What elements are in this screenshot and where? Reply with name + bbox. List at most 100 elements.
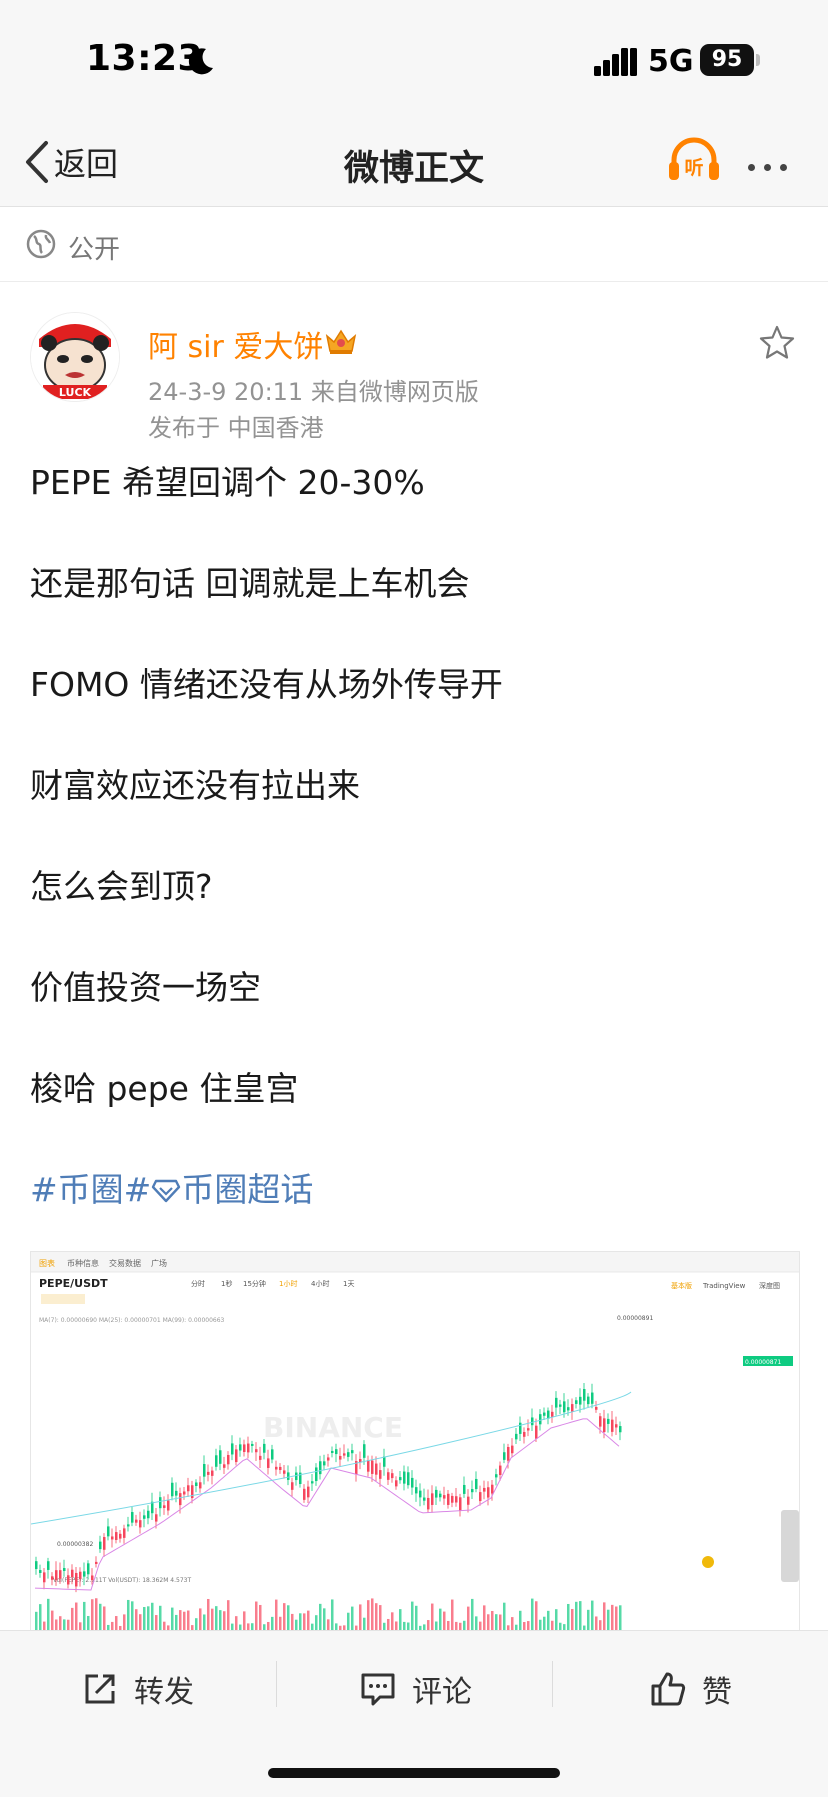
candle bbox=[387, 1472, 390, 1480]
volume-bar bbox=[595, 1616, 598, 1630]
like-button[interactable]: 赞 bbox=[650, 1659, 732, 1719]
volume-bar bbox=[103, 1606, 106, 1630]
volume-bar bbox=[63, 1619, 66, 1630]
hashtag-link[interactable]: #币圈# bbox=[30, 1170, 151, 1209]
volume-bar bbox=[215, 1606, 218, 1630]
candle bbox=[115, 1532, 118, 1540]
chart-view: TradingView bbox=[702, 1282, 746, 1290]
volume-bar bbox=[271, 1616, 274, 1630]
volume-bar bbox=[315, 1615, 318, 1630]
candle bbox=[527, 1428, 530, 1431]
candle bbox=[507, 1446, 510, 1461]
volume-bar bbox=[587, 1609, 590, 1630]
candle bbox=[127, 1524, 130, 1527]
volume-bar bbox=[363, 1617, 366, 1630]
candle bbox=[59, 1570, 62, 1579]
chart-high-label: 0.00000891 bbox=[617, 1315, 653, 1322]
author-name[interactable]: 阿 sir 爱大饼 bbox=[148, 322, 323, 366]
volume-bar bbox=[95, 1598, 98, 1630]
comment-label: 评论 bbox=[412, 1675, 472, 1710]
post-image-trading-chart[interactable]: 图表 币种信息 交易数据 广场 PEPE/USDT 分时 1秒 15分钟 1小时… bbox=[30, 1251, 800, 1631]
post-body: PEPE 希望回调个 20-30% 还是那句话 回调就是上车机会 FOMO 情绪… bbox=[30, 452, 800, 1159]
candle bbox=[87, 1563, 90, 1575]
battery-tip bbox=[756, 54, 760, 66]
candle bbox=[607, 1418, 610, 1424]
volume-bar bbox=[59, 1616, 62, 1630]
volume-bar bbox=[463, 1620, 466, 1630]
moon-icon bbox=[188, 48, 213, 75]
candle bbox=[467, 1496, 470, 1505]
candle bbox=[539, 1414, 542, 1425]
volume-bar bbox=[575, 1601, 578, 1630]
candle bbox=[331, 1450, 334, 1453]
chart-pair: PEPE/USDT bbox=[39, 1277, 108, 1290]
volume-bar bbox=[411, 1601, 414, 1630]
volume-bar bbox=[539, 1619, 542, 1630]
volume-bar bbox=[611, 1604, 614, 1630]
volume-bar bbox=[39, 1604, 42, 1630]
candle bbox=[51, 1576, 54, 1580]
chart-low-label: 0.00000382 bbox=[57, 1541, 93, 1548]
supertopic-link[interactable]: 币圈超话 bbox=[181, 1170, 313, 1209]
thumbs-up-icon bbox=[651, 1672, 686, 1706]
avatar[interactable]: LUCK bbox=[30, 312, 120, 402]
chart-interval: 分时 bbox=[191, 1279, 205, 1288]
volume-bar bbox=[387, 1618, 390, 1630]
candle bbox=[183, 1491, 186, 1495]
candle bbox=[403, 1471, 406, 1484]
action-divider bbox=[552, 1661, 553, 1707]
chart-view: 基本版 bbox=[671, 1281, 692, 1290]
volume-bar bbox=[367, 1600, 370, 1630]
chart-view: 深度图 bbox=[759, 1281, 780, 1290]
volume-bar bbox=[207, 1598, 210, 1630]
volume-bar bbox=[323, 1608, 326, 1630]
candle bbox=[263, 1443, 266, 1453]
candle bbox=[175, 1490, 178, 1496]
volume-bar bbox=[483, 1605, 486, 1630]
avatar-text: LUCK bbox=[59, 386, 92, 399]
status-bar: 13:23 5G 95 bbox=[0, 0, 828, 118]
headphones-listen-icon[interactable]: 听 bbox=[668, 136, 720, 184]
candle bbox=[223, 1464, 226, 1468]
candle bbox=[275, 1466, 278, 1470]
candle bbox=[571, 1404, 574, 1412]
volume-bar bbox=[375, 1603, 378, 1630]
more-button[interactable] bbox=[748, 156, 800, 171]
volume-bar bbox=[243, 1611, 246, 1630]
candle bbox=[391, 1473, 394, 1479]
volume-bar bbox=[247, 1623, 250, 1630]
volume-bar bbox=[147, 1606, 150, 1630]
volume-bar bbox=[455, 1621, 458, 1630]
candle bbox=[63, 1568, 66, 1571]
candle bbox=[287, 1472, 290, 1480]
globe-icon bbox=[26, 229, 56, 259]
favorite-star-icon[interactable] bbox=[758, 324, 796, 362]
volume-bar bbox=[275, 1599, 278, 1630]
volume-bar bbox=[443, 1611, 446, 1630]
volume-bar bbox=[619, 1605, 622, 1630]
candle bbox=[567, 1407, 570, 1411]
chart-interval: 15分钟 bbox=[243, 1279, 266, 1288]
candle bbox=[551, 1411, 554, 1417]
candle bbox=[303, 1488, 306, 1500]
candle bbox=[523, 1431, 526, 1437]
chart-tab: 图表 bbox=[39, 1258, 55, 1268]
volume-bar bbox=[35, 1611, 38, 1630]
candle bbox=[407, 1472, 410, 1486]
volume-bar bbox=[171, 1607, 174, 1630]
repost-button[interactable]: 转发 bbox=[82, 1659, 194, 1719]
volume-bar bbox=[551, 1620, 554, 1630]
comment-button[interactable]: 评论 bbox=[360, 1659, 472, 1719]
candle bbox=[543, 1412, 546, 1416]
volume-bar bbox=[555, 1609, 558, 1630]
candle bbox=[483, 1487, 486, 1492]
volume-bar bbox=[395, 1621, 398, 1630]
candle bbox=[155, 1514, 158, 1522]
network-type: 5G bbox=[648, 44, 694, 79]
candle bbox=[615, 1424, 618, 1428]
volume-bar bbox=[111, 1621, 114, 1630]
candle bbox=[411, 1477, 414, 1488]
candle bbox=[239, 1444, 242, 1451]
avatar-meme-image: LUCK bbox=[31, 313, 119, 401]
candle bbox=[179, 1493, 182, 1506]
